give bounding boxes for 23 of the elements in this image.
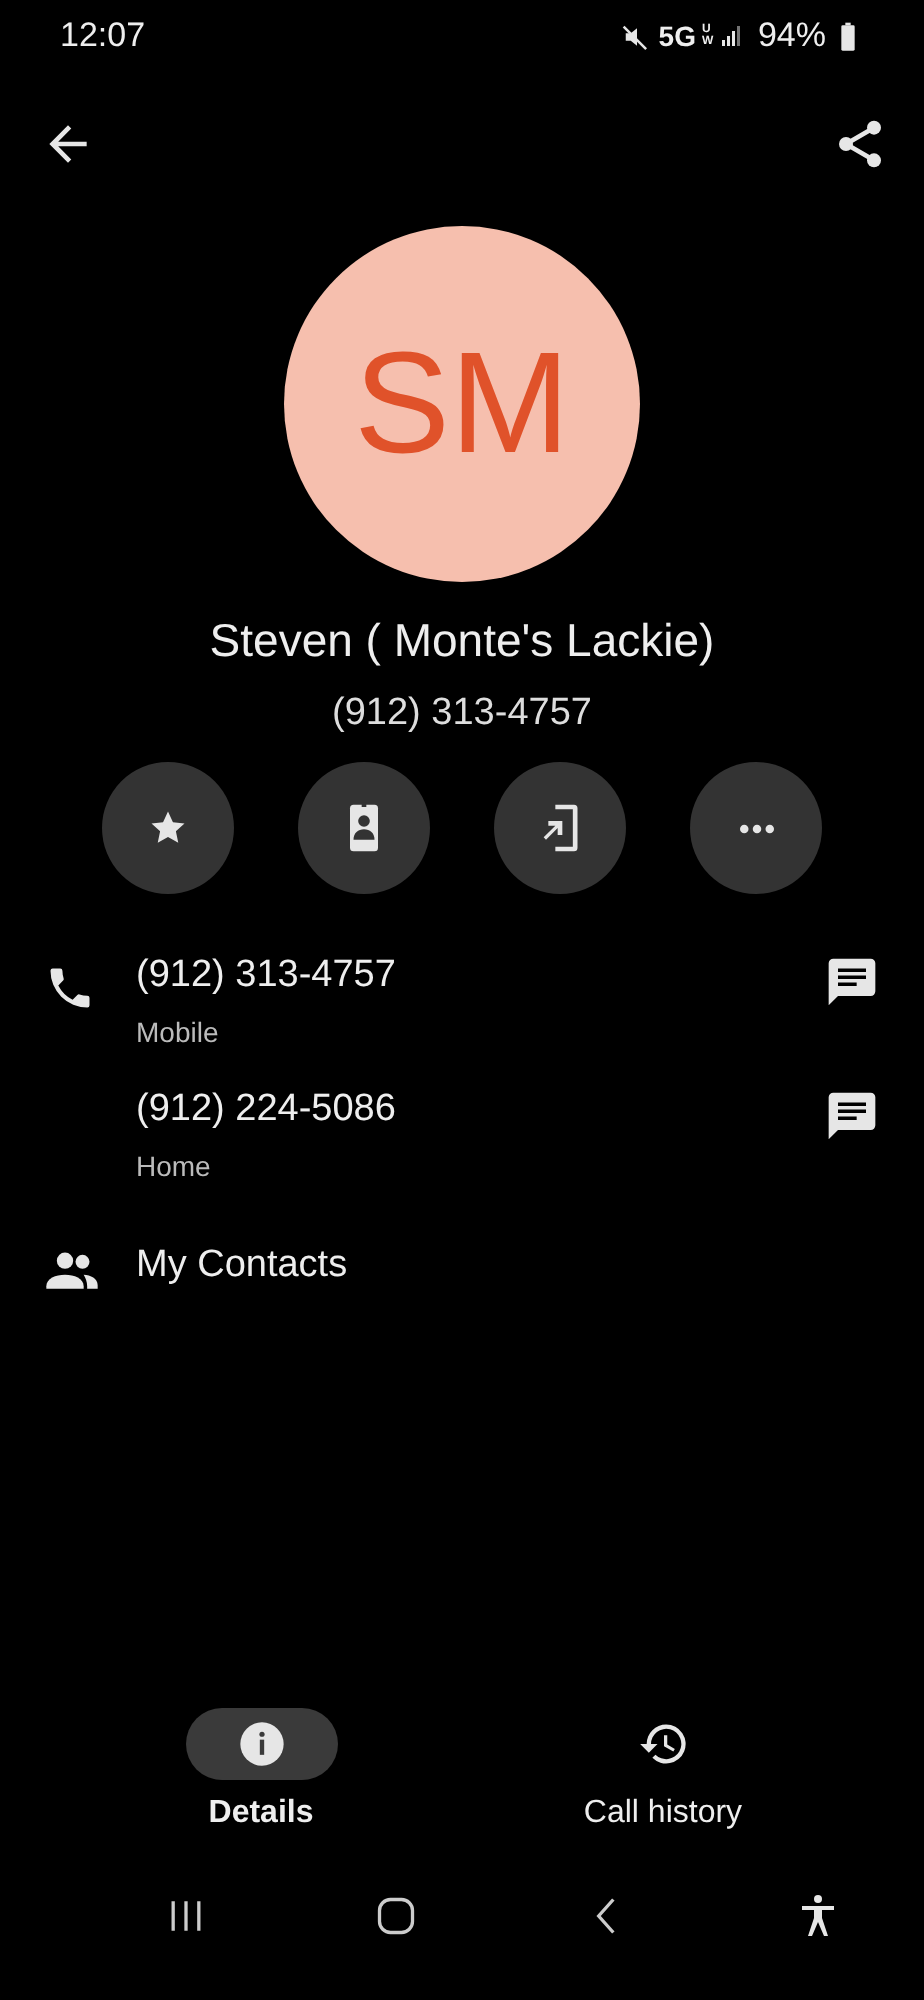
message-icon bbox=[824, 1088, 880, 1144]
phone-number[interactable]: (912) 224-5086 bbox=[136, 1088, 824, 1132]
message-button[interactable] bbox=[824, 1088, 880, 1144]
status-time: 12:07 bbox=[60, 16, 146, 56]
bottom-tab[interactable]: Details bbox=[111, 1708, 411, 1832]
more-icon bbox=[739, 823, 773, 833]
phone-type: Mobile bbox=[136, 1016, 221, 1048]
message-button[interactable] bbox=[824, 954, 880, 1010]
signal-icon bbox=[719, 24, 744, 48]
contact-phone: (912) 313-4757 bbox=[332, 692, 592, 736]
phone-number[interactable]: (912) 313-4757 bbox=[136, 954, 824, 998]
battery-percent: 94% bbox=[757, 16, 826, 56]
contact-name: Steven ( Monte's Lackie) bbox=[209, 614, 715, 668]
home-icon bbox=[373, 1894, 417, 1938]
network-type: 5G bbox=[658, 20, 696, 52]
message-icon bbox=[824, 954, 880, 1010]
bottom-tab[interactable]: Call history bbox=[513, 1708, 813, 1832]
phone-type: Home bbox=[136, 1150, 213, 1182]
info-icon bbox=[235, 1718, 287, 1770]
contact-avatar: SM bbox=[284, 226, 640, 582]
mute-icon bbox=[622, 21, 653, 51]
home-button[interactable] bbox=[373, 1894, 417, 1938]
group-label[interactable]: My Contacts bbox=[136, 1244, 348, 1288]
